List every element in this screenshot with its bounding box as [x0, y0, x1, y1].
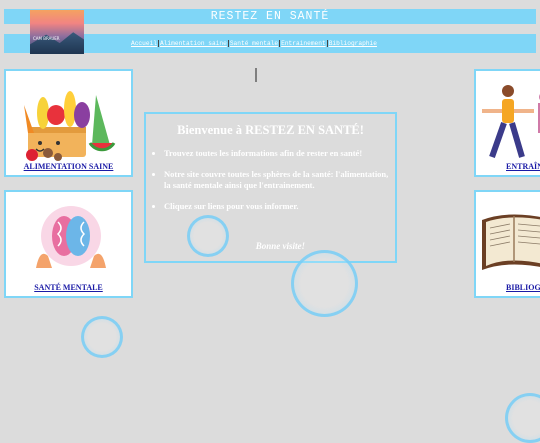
logo-text: CAM BRAUER [33, 36, 60, 41]
welcome-point: Trouvez toutes les informations afin de … [164, 148, 392, 159]
nav-accueil[interactable]: Accueil [131, 40, 157, 47]
nav-separator [326, 40, 328, 47]
nav-sante-mentale[interactable]: Santé mentale [230, 40, 278, 47]
card-entrainement[interactable]: ENTRAÎN [474, 69, 540, 177]
card-sante-mentale[interactable]: SANTÉ MENTALE [4, 190, 133, 298]
text-cursor-icon [255, 68, 257, 82]
decorative-bubble [505, 393, 540, 443]
nav-bibliographie[interactable]: Bibliographie [329, 40, 377, 47]
open-book-icon [482, 214, 540, 270]
nav-alimentation-saine[interactable]: Alimentation saine [160, 40, 227, 47]
card-alimentation-saine[interactable]: ALIMENTATION SAINE [4, 69, 133, 177]
site-logo[interactable]: CAM BRAUER [30, 10, 84, 54]
welcome-list: Trouvez toutes les informations afin de … [152, 148, 392, 222]
vegetables-basket-icon [24, 91, 116, 161]
welcome-closing: Bonne visite! [255, 241, 305, 251]
nav-separator [158, 40, 159, 47]
main-nav: Accueil Alimentation saine Santé mentale En… [131, 40, 377, 47]
card-label-alimentation-saine[interactable]: ALIMENTATION SAINE [6, 162, 131, 171]
nav-separator [227, 40, 229, 47]
yoga-people-icon [482, 85, 540, 158]
decorative-bubble [187, 215, 229, 257]
welcome-title: Bienvenue à RESTEZ EN SANTÉ! [177, 123, 364, 137]
card-bibliographie[interactable]: BIBLIOG [474, 190, 540, 298]
decorative-bubble [81, 316, 123, 358]
decorative-bubble [291, 250, 358, 317]
logo-mountain-graphic [30, 32, 84, 54]
nav-entrainement[interactable]: Entrainement [281, 40, 326, 47]
nav-separator [279, 40, 281, 47]
welcome-panel: Bienvenue à RESTEZ EN SANTÉ! Trouvez tou… [144, 112, 397, 263]
card-label-entrainement[interactable]: ENTRAÎN [506, 162, 540, 171]
welcome-point: Notre site couvre toutes les sphères de … [164, 169, 392, 191]
card-label-bibliographie[interactable]: BIBLIOG [506, 283, 540, 292]
brain-hands-icon [36, 206, 106, 268]
welcome-point: Cliquez sur liens pour vous informer. [164, 201, 392, 212]
card-label-sante-mentale[interactable]: SANTÉ MENTALE [6, 283, 131, 292]
